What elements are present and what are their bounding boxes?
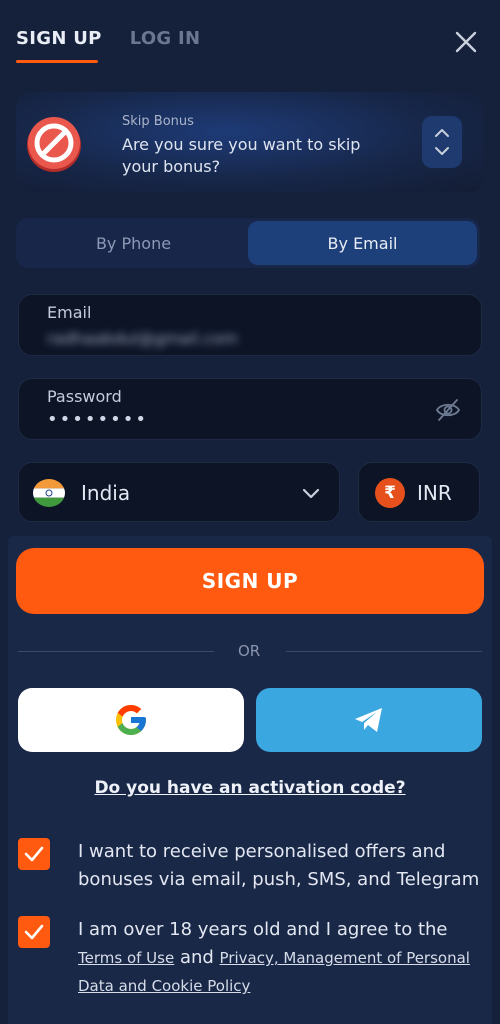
rupee-icon: ₹	[375, 478, 405, 508]
password-value: ••••••••	[47, 409, 148, 430]
skip-bonus-card: Skip Bonus Are you sure you want to skip…	[16, 92, 484, 192]
by-phone-option[interactable]: By Phone	[19, 221, 248, 265]
no-bonus-icon	[24, 114, 84, 174]
google-signup-button[interactable]	[18, 688, 244, 752]
and-text: and	[179, 947, 214, 968]
age-consent-text: I am over 18 years old and I agree to th…	[78, 919, 448, 940]
signup-button[interactable]: SIGN UP	[16, 548, 484, 614]
checkmark-icon	[24, 924, 44, 940]
currency-select[interactable]: ₹ INR	[358, 462, 480, 522]
age-terms-consent: I am over 18 years old and I agree to th…	[78, 916, 488, 1000]
email-value: radhaabdul@gmail.com	[47, 329, 238, 348]
or-separator: OR	[238, 642, 261, 660]
divider-left	[18, 651, 214, 652]
signup-page: SIGN UP LOG IN Skip Bonus Are you sure y…	[0, 0, 500, 1024]
google-icon	[116, 705, 146, 735]
chevron-down-icon	[301, 483, 321, 503]
divider-right	[286, 651, 482, 652]
telegram-icon	[355, 708, 382, 732]
offers-consent-text: I want to receive personalised offers an…	[78, 841, 480, 890]
skip-bonus-message: Are you sure you want to skip your bonus…	[122, 135, 361, 176]
country-name: India	[81, 481, 131, 505]
india-flag-icon	[33, 479, 65, 507]
country-select[interactable]: India	[18, 462, 340, 522]
offers-checkbox[interactable]	[18, 838, 50, 870]
registration-method-toggle: By Phone By Email	[16, 218, 480, 268]
checkmark-icon	[24, 846, 44, 862]
currency-code: INR	[417, 481, 452, 505]
activation-code-link[interactable]: Do you have an activation code?	[0, 778, 500, 798]
eye-slash-icon[interactable]	[435, 397, 461, 423]
email-label: Email	[47, 303, 92, 322]
tab-signup[interactable]: SIGN UP	[16, 28, 102, 63]
by-email-option[interactable]: By Email	[248, 221, 477, 265]
terms-of-use-link[interactable]: Terms of Use	[78, 949, 174, 967]
telegram-signup-button[interactable]	[256, 688, 482, 752]
skip-bonus-label: Skip Bonus	[122, 114, 194, 129]
password-label: Password	[47, 387, 122, 406]
chevron-up-down-icon	[435, 129, 449, 155]
close-icon[interactable]	[454, 30, 478, 54]
auth-tabs: SIGN UP LOG IN	[16, 28, 200, 63]
email-field[interactable]: Email radhaabdul@gmail.com	[18, 294, 482, 356]
age-terms-checkbox[interactable]	[18, 916, 50, 948]
bonus-selector-button[interactable]	[422, 116, 462, 168]
tab-login[interactable]: LOG IN	[130, 28, 201, 63]
password-field[interactable]: Password ••••••••	[18, 378, 482, 440]
